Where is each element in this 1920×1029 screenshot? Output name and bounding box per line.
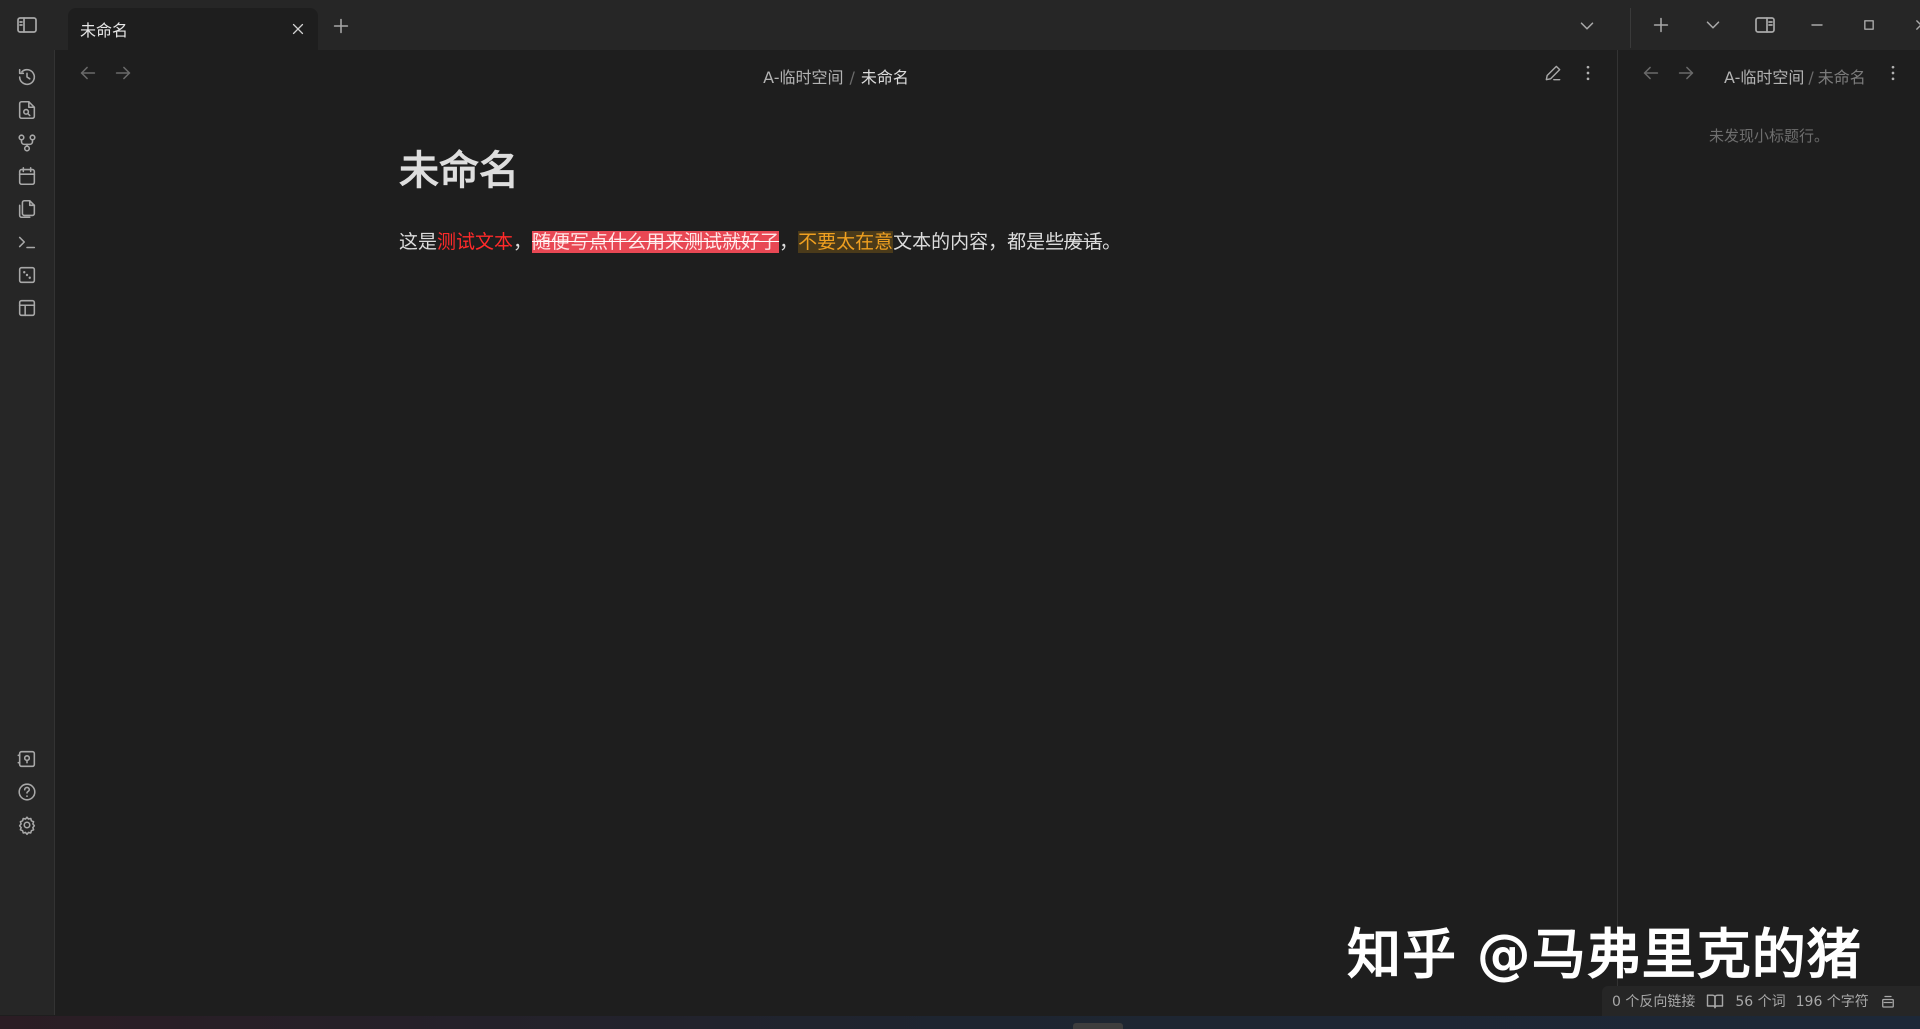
breadcrumb-file[interactable]: 未命名: [861, 68, 909, 87]
word-count: 56 个词: [1735, 994, 1786, 1010]
document-paragraph[interactable]: 这是测试文本，随便写点什么用来测试就好了，不要太在意文本的内容，都是些废话。: [399, 227, 1121, 254]
strikethrough-text: 废话: [1064, 231, 1103, 253]
new-tab-right-button[interactable]: [1640, 11, 1682, 39]
tab-list-right-button[interactable]: [1692, 11, 1734, 39]
tab-untitled[interactable]: 未命名: [68, 8, 318, 50]
status-bar: 0 个反向链接 56 个词 196 个字符: [1602, 986, 1920, 1016]
terminal-icon[interactable]: [13, 228, 41, 256]
title-bar: 未命名: [0, 0, 1920, 50]
breadcrumb: A-临时空间 / 未命名: [55, 64, 1617, 88]
close-icon[interactable]: [288, 19, 308, 39]
red-colored-text: 测试文本: [437, 231, 514, 253]
minimize-icon[interactable]: [1796, 11, 1838, 39]
body-text: 这是: [399, 231, 438, 253]
tab-title: 未命名: [80, 21, 129, 40]
red-highlight-text: 随便写点什么用来测试就好了: [532, 231, 780, 253]
body-text: 文本的内容，都是些: [893, 231, 1065, 253]
punctuation: ，: [779, 231, 799, 253]
dice-icon[interactable]: [13, 261, 41, 289]
tab-list-button[interactable]: [1574, 13, 1600, 39]
more-vertical-icon[interactable]: [1880, 60, 1906, 86]
chevron-down-icon: [1706, 21, 1720, 29]
watermark: 知乎 @马弗里克的猪: [1347, 923, 1862, 986]
arrow-right-icon[interactable]: [1675, 62, 1699, 86]
obsidian-window: 未命名 A-临时空间 / 未命名 未命名 这是测试文本，随便写点什么用来测试就好…: [0, 0, 1920, 1029]
close-window-icon[interactable]: [1900, 11, 1920, 39]
copy-icon[interactable]: [13, 195, 41, 223]
char-count: 196 个字符: [1795, 994, 1869, 1010]
arrow-left-icon[interactable]: [1640, 62, 1664, 86]
pencil-icon[interactable]: [1540, 60, 1566, 86]
taskbar-indicator: [1073, 1023, 1123, 1029]
layout-icon[interactable]: [13, 294, 41, 322]
split-view-icon[interactable]: [1744, 11, 1786, 39]
chevron-down-icon: [1580, 22, 1594, 30]
punctuation: 。: [1102, 231, 1122, 253]
editor-pane: A-临时空间 / 未命名 未命名 这是测试文本，随便写点什么用来测试就好了，不要太在…: [55, 50, 1617, 1015]
status-edit-icon[interactable]: [1879, 992, 1897, 1010]
outline-pane: A-临时空间 / 未命名 未发现小标题行。: [1618, 50, 1920, 1015]
document-title[interactable]: 未命名: [399, 138, 519, 196]
outline-empty-message: 未发现小标题行。: [1708, 127, 1829, 145]
calendar-icon[interactable]: [13, 162, 41, 190]
punctuation: ，: [513, 231, 533, 253]
graph-icon[interactable]: [13, 129, 41, 157]
breadcrumb-folder[interactable]: A-临时空间: [763, 68, 843, 87]
plus-icon: [333, 18, 349, 34]
open-recent-icon[interactable]: [13, 63, 41, 91]
backlinks-count[interactable]: 0 个反向链接: [1612, 991, 1695, 1011]
vault-icon[interactable]: [13, 745, 41, 773]
breadcrumb-file[interactable]: 未命名: [1818, 68, 1866, 87]
outline-breadcrumb: A-临时空间 / 未命名: [1724, 64, 1874, 88]
taskbar-strip: [0, 1016, 1920, 1029]
more-vertical-icon[interactable]: [1575, 60, 1601, 86]
breadcrumb-separator: /: [1808, 68, 1814, 87]
titlebar-divider: [1630, 8, 1631, 48]
settings-icon[interactable]: [13, 811, 41, 839]
new-tab-button[interactable]: [328, 13, 354, 39]
breadcrumb-folder[interactable]: A-临时空间: [1724, 68, 1804, 87]
left-ribbon: [0, 50, 55, 1015]
sidebar-toggle-icon[interactable]: [14, 12, 40, 38]
book-open-icon[interactable]: [1705, 991, 1725, 1011]
window-controls: [1640, 11, 1920, 39]
file-search-icon[interactable]: [13, 96, 41, 124]
breadcrumb-separator: /: [849, 68, 855, 87]
maximize-icon[interactable]: [1848, 11, 1890, 39]
plus-icon: [1653, 17, 1669, 33]
help-icon[interactable]: [13, 778, 41, 806]
yellow-highlight-text: 不要太在意: [798, 231, 894, 253]
